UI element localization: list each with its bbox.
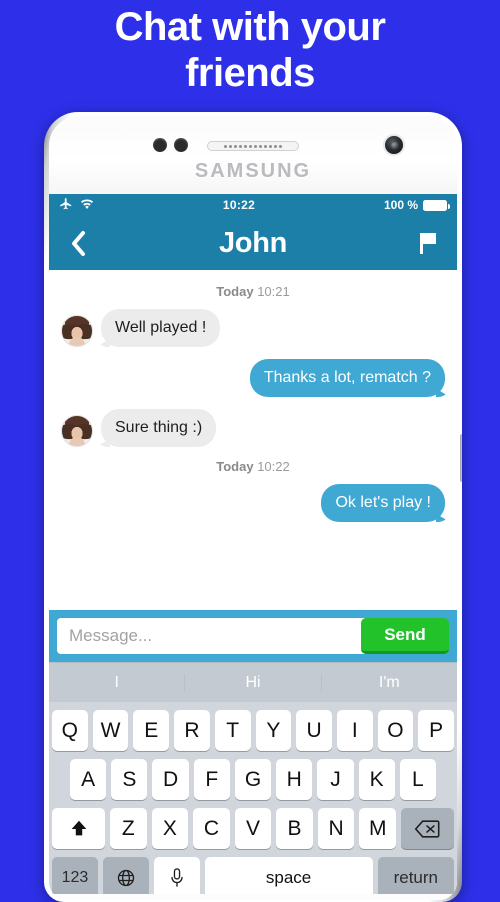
on-screen-keyboard: Q W E R T Y U I O P A S D F G H J K L Z … (49, 702, 457, 894)
promo-headline-line2: friends (185, 51, 315, 95)
key-q[interactable]: Q (51, 710, 88, 751)
key-h[interactable]: H (276, 759, 313, 800)
key-i[interactable]: I (336, 710, 373, 751)
suggestion-item[interactable]: Hi (184, 673, 320, 692)
battery-full-icon (423, 199, 450, 211)
date-separator: Today 10:22 (61, 459, 445, 474)
flag-icon (420, 233, 436, 254)
globe-key[interactable] (102, 857, 149, 894)
key-b[interactable]: B (276, 808, 313, 849)
proximity-sensor-icon (153, 138, 167, 152)
globe-icon (117, 869, 134, 886)
phone-body: SAMSUNG 10:22 100 % John Today 10:21 Wel… (49, 116, 457, 900)
keyboard-row-4: 123 space return (52, 857, 455, 894)
date-separator-time: 10:21 (257, 284, 290, 299)
message-row: Well played ! (61, 309, 445, 347)
light-sensor-icon (174, 138, 188, 152)
status-bar: 10:22 100 % (49, 194, 457, 216)
phone-screen: 10:22 100 % John Today 10:21 Well played… (49, 194, 457, 894)
report-flag-button[interactable] (411, 231, 445, 255)
keyboard-suggestion-bar: I Hi I'm (49, 662, 457, 702)
earpiece-speaker (207, 141, 299, 151)
wifi-icon (80, 198, 94, 213)
avatar (61, 315, 93, 347)
front-camera-icon (383, 134, 405, 156)
date-separator-time: 10:22 (257, 459, 290, 474)
key-m[interactable]: M (359, 808, 396, 849)
message-bubble-outgoing: Ok let's play ! (321, 484, 445, 522)
key-l[interactable]: L (399, 759, 436, 800)
status-bar-left (59, 197, 94, 214)
phone-top-bezel: SAMSUNG (49, 116, 457, 194)
key-t[interactable]: T (214, 710, 251, 751)
key-n[interactable]: N (317, 808, 355, 849)
shift-key[interactable] (52, 808, 106, 849)
message-row: Thanks a lot, rematch ? (61, 359, 445, 397)
dictation-key[interactable] (153, 857, 200, 894)
key-w[interactable]: W (92, 710, 129, 751)
key-c[interactable]: C (193, 808, 230, 849)
return-key[interactable]: return (377, 857, 455, 894)
key-u[interactable]: U (296, 710, 332, 751)
key-r[interactable]: R (174, 710, 210, 751)
chat-message-list[interactable]: Today 10:21 Well played ! Thanks a lot, … (49, 270, 457, 610)
chevron-left-icon (71, 230, 85, 256)
keyboard-row-3: Z X C V B N M (52, 808, 454, 849)
message-input[interactable]: Message... (57, 618, 365, 654)
message-row: Sure thing :) (61, 409, 445, 447)
suggestion-item[interactable]: I'm (320, 673, 457, 692)
key-p[interactable]: P (418, 710, 455, 751)
shift-arrow-icon (71, 820, 86, 835)
phone-mockup: SAMSUNG 10:22 100 % John Today 10:21 Wel… (44, 112, 462, 902)
send-button[interactable]: Send (361, 618, 449, 654)
key-j[interactable]: J (317, 759, 354, 800)
key-e[interactable]: E (133, 710, 170, 751)
key-d[interactable]: D (152, 759, 189, 800)
promo-headline: Chat with your friends (0, 4, 500, 96)
status-bar-time: 10:22 (222, 198, 256, 212)
key-o[interactable]: O (377, 710, 414, 751)
microphone-icon (170, 867, 183, 887)
key-y[interactable]: Y (255, 710, 292, 751)
backspace-icon (415, 819, 440, 838)
battery-percent-label: 100 % (383, 198, 418, 212)
key-f[interactable]: F (193, 759, 230, 800)
message-bubble-incoming: Well played ! (101, 309, 221, 347)
date-separator: Today 10:21 (61, 284, 445, 299)
message-row: Ok let's play ! (61, 484, 445, 522)
suggestion-item[interactable]: I (49, 674, 184, 692)
keyboard-row-1: Q W E R T Y U I O P (51, 710, 455, 751)
date-separator-label: Today (216, 459, 254, 474)
space-key[interactable]: space (204, 857, 373, 894)
key-s[interactable]: S (111, 759, 148, 800)
chat-nav-bar: John (49, 216, 457, 270)
status-bar-right: 100 % (383, 198, 450, 212)
device-brand-label: SAMSUNG (194, 160, 312, 182)
key-v[interactable]: V (234, 808, 272, 849)
avatar (61, 415, 93, 447)
key-k[interactable]: K (358, 759, 395, 800)
back-button[interactable] (61, 230, 95, 257)
airplane-icon (59, 197, 73, 214)
promo-headline-line1: Chat with your (114, 5, 386, 49)
power-button[interactable] (460, 434, 462, 482)
message-composer: Message... Send (49, 610, 457, 662)
date-separator-label: Today (216, 284, 254, 299)
backspace-key[interactable] (400, 808, 454, 849)
keyboard-row-2: A S D F G H J K L (52, 759, 454, 800)
page-title: John (218, 226, 288, 259)
key-z[interactable]: Z (110, 808, 147, 849)
numbers-key[interactable]: 123 (52, 857, 98, 894)
message-bubble-incoming: Sure thing :) (101, 409, 217, 447)
phone-bottom-bezel (49, 894, 457, 900)
key-a[interactable]: A (70, 759, 107, 800)
message-bubble-outgoing: Thanks a lot, rematch ? (249, 359, 445, 397)
key-x[interactable]: X (151, 808, 189, 849)
key-g[interactable]: G (234, 759, 272, 800)
